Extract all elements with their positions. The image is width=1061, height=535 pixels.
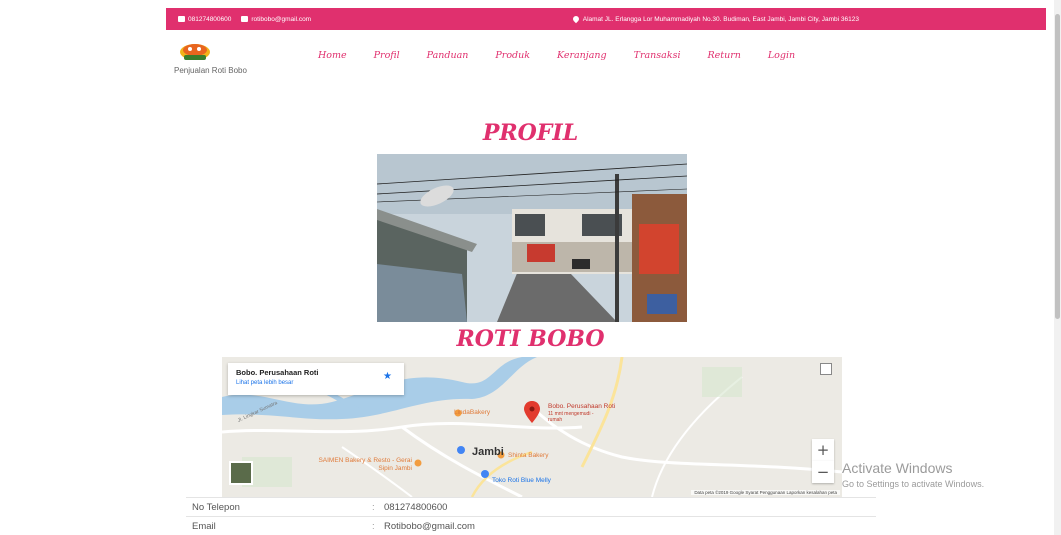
phone-icon [178, 16, 185, 22]
activate-windows-title: Activate Windows [842, 460, 953, 476]
satellite-toggle[interactable] [229, 461, 253, 485]
map-card-title: Bobo. Perusahaan Roti [236, 368, 319, 377]
nav-home[interactable]: Home [318, 50, 347, 61]
info-label: Email [192, 520, 216, 532]
map-credits[interactable]: Data peta ©2019 Google Syarat Penggunaan… [691, 490, 840, 495]
bobo-logo[interactable] [178, 38, 212, 62]
nav-transaksi[interactable]: Transaksi [634, 50, 681, 61]
map-zoom-in-button[interactable]: + [812, 439, 834, 461]
info-value: 081274800600 [384, 501, 448, 513]
info-separator: : [372, 501, 375, 513]
save-star-icon[interactable]: ★ [383, 371, 392, 382]
map-zoom-out-button[interactable]: − [812, 461, 834, 483]
envelope-icon [241, 16, 249, 22]
info-row-email: Email : Rotibobo@gmail.com [186, 516, 876, 535]
map-fullscreen-button[interactable] [820, 363, 832, 375]
contact-info-table: No Telepon : 081274800600 Email : Rotibo… [186, 497, 876, 535]
info-value: Rotibobo@gmail.com [384, 520, 475, 532]
scrollbar-thumb[interactable] [1055, 14, 1060, 319]
activate-windows-subtitle: Go to Settings to activate Windows. [842, 479, 985, 489]
brand-name: Penjualan Roti Bobo [174, 66, 247, 75]
nav-keranjang[interactable]: Keranjang [557, 50, 607, 61]
google-map[interactable]: Bobo. Perusahaan Roti Lihat peta lebih b… [222, 357, 842, 497]
activate-windows-watermark: Activate Windows Go to Settings to activ… [842, 460, 984, 489]
map-pin-title: Bobo. Perusahaan Roti [548, 403, 616, 410]
bakery-street-photo [377, 154, 687, 322]
nav-panduan[interactable]: Panduan [427, 50, 469, 61]
map-pin-icon [571, 14, 580, 24]
email-contact[interactable]: rotibobo@gmail.com [241, 16, 311, 23]
address-contact: Alamat JL. Erlangga Lor Muhammadiyah No.… [571, 14, 859, 24]
nav-return[interactable]: Return [708, 50, 741, 61]
nav-produk[interactable]: Produk [495, 50, 530, 61]
info-separator: : [372, 520, 375, 532]
map-label-lindabakery[interactable]: LindaBakery [454, 409, 490, 416]
roti-bobo-heading: ROTI BOBO [456, 326, 605, 352]
map-label-shinta[interactable]: Shinta Bakery [508, 452, 548, 459]
phone-contact: 081274800600 [178, 16, 231, 23]
nav-profil[interactable]: Profil [374, 50, 400, 61]
page-scrollbar[interactable] [1054, 0, 1061, 535]
page: 081274800600 rotibobo@gmail.com Alamat J… [0, 0, 1061, 535]
info-row-phone: No Telepon : 081274800600 [186, 497, 876, 516]
map-label-toko[interactable]: Toko Roti Blue Melly [492, 477, 551, 484]
map-info-card: Bobo. Perusahaan Roti Lihat peta lebih b… [228, 363, 404, 395]
nav-login[interactable]: Login [768, 50, 795, 61]
address-text: Alamat JL. Erlangga Lor Muhammadiyah No.… [582, 15, 859, 23]
top-bar: 081274800600 rotibobo@gmail.com Alamat J… [166, 8, 1046, 30]
map-pin-subtitle: 11 mnt mengemudi - rumah [548, 411, 594, 423]
view-larger-map-link[interactable]: Lihat peta lebih besar [236, 380, 396, 386]
main-nav: Home Profil Panduan Produk Keranjang Tra… [318, 50, 822, 61]
email-text[interactable]: rotibobo@gmail.com [251, 16, 311, 23]
map-label-saimen[interactable]: SAIMEN Bakery & Resto - Gerai Sipin Jamb… [316, 457, 412, 473]
info-label: No Telepon [192, 501, 240, 513]
phone-text: 081274800600 [188, 15, 232, 23]
map-label-jambi: Jambi [472, 446, 504, 458]
profil-heading: PROFIL [482, 120, 579, 146]
